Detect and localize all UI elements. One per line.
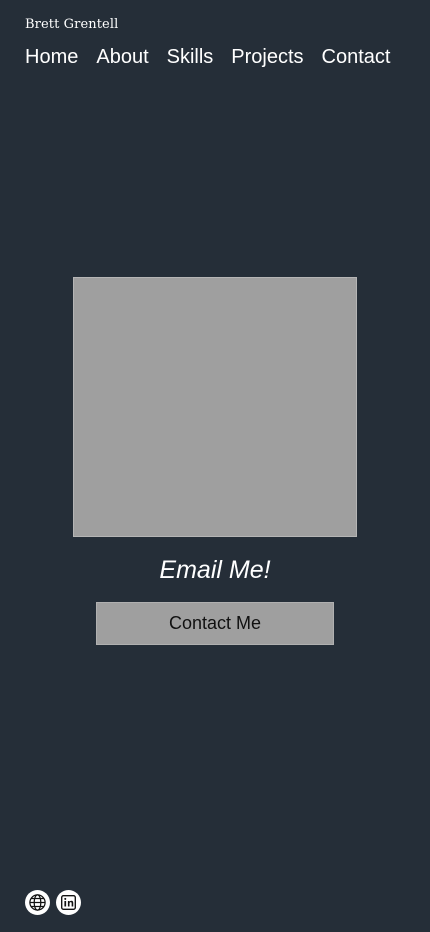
nav-item-home[interactable]: Home [25,45,78,69]
site-logo-name[interactable]: Brett Grentell [25,17,118,32]
nav-item-projects[interactable]: Projects [231,45,303,69]
globe-icon [28,893,47,912]
email-heading: Email Me! [159,556,271,584]
social-links [25,890,81,915]
nav-item-about[interactable]: About [96,45,148,69]
linkedin-link[interactable] [56,890,81,915]
nav-item-skills[interactable]: Skills [167,45,214,69]
image-placeholder [73,277,357,537]
linkedin-icon [60,894,77,911]
nav-item-contact[interactable]: Contact [322,45,391,69]
contact-me-button[interactable]: Contact Me [96,602,334,645]
globe-link[interactable] [25,890,50,915]
main-nav: Home About Skills Projects Contact [25,45,390,69]
